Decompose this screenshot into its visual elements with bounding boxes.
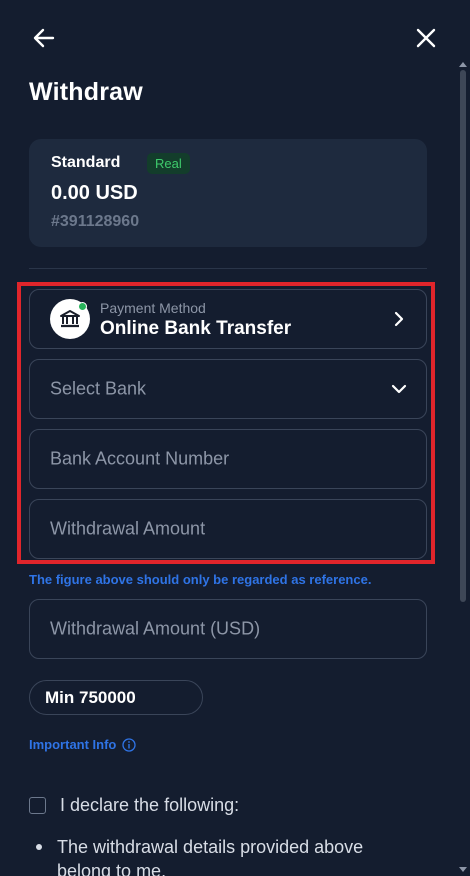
list-item: The withdrawal details provided above be… [29, 835, 419, 876]
withdrawal-amount-placeholder: Withdrawal Amount [50, 518, 206, 539]
payment-method-value: Online Bank Transfer [100, 318, 292, 339]
scroll-up-arrow[interactable] [459, 62, 467, 67]
scroll-down-arrow[interactable] [459, 867, 467, 872]
arrow-left-icon [33, 28, 55, 48]
page-title: Withdraw [29, 78, 143, 106]
back-button[interactable] [28, 22, 60, 54]
info-icon [122, 737, 137, 752]
payment-method-icon-wrap [50, 299, 90, 339]
withdrawal-amount-usd-placeholder: Withdrawal Amount (USD) [50, 618, 261, 639]
bank-icon [60, 310, 80, 328]
chevron-down-icon [390, 380, 408, 398]
top-bar [28, 22, 442, 56]
divider [29, 268, 427, 269]
declaration-list: The withdrawal details provided above be… [29, 835, 419, 876]
declaration-text: I declare the following: [60, 795, 240, 815]
account-badge: Real [147, 153, 190, 174]
bank-account-number-input[interactable]: Bank Account Number [29, 429, 427, 489]
important-info-label: Important Info [29, 737, 117, 752]
close-button[interactable] [410, 22, 442, 54]
select-bank-dropdown[interactable]: Select Bank [29, 359, 427, 419]
payment-method-label: Payment Method [100, 300, 206, 316]
withdrawal-amount-usd-input[interactable]: Withdrawal Amount (USD) [29, 599, 427, 659]
important-info-link[interactable]: Important Info [29, 737, 137, 752]
status-dot [78, 302, 87, 311]
reference-note: The figure above should only be regarded… [29, 572, 372, 587]
list-item-text: The withdrawal details provided above be… [57, 837, 364, 876]
account-id: #391128960 [51, 213, 140, 230]
account-card: Standard Real 0.00 USD #391128960 [29, 139, 427, 247]
bank-account-number-placeholder: Bank Account Number [50, 448, 230, 469]
chevron-right-icon [390, 310, 408, 328]
payment-method-selector[interactable]: Payment Method Online Bank Transfer [29, 289, 427, 349]
withdrawal-amount-input[interactable]: Withdrawal Amount [29, 499, 427, 559]
account-balance: 0.00 USD [51, 182, 138, 204]
declaration-checkbox[interactable] [29, 797, 46, 814]
select-bank-placeholder: Select Bank [50, 378, 147, 399]
scrollbar-thumb[interactable] [460, 70, 466, 602]
account-type: Standard [51, 154, 121, 171]
withdraw-page: Withdraw Standard Real 0.00 USD #3911289… [0, 0, 470, 876]
close-icon [416, 28, 436, 48]
min-amount-badge: Min 750000 [29, 680, 203, 715]
declaration-row: I declare the following: [29, 795, 239, 816]
bullet-dot [36, 844, 42, 850]
